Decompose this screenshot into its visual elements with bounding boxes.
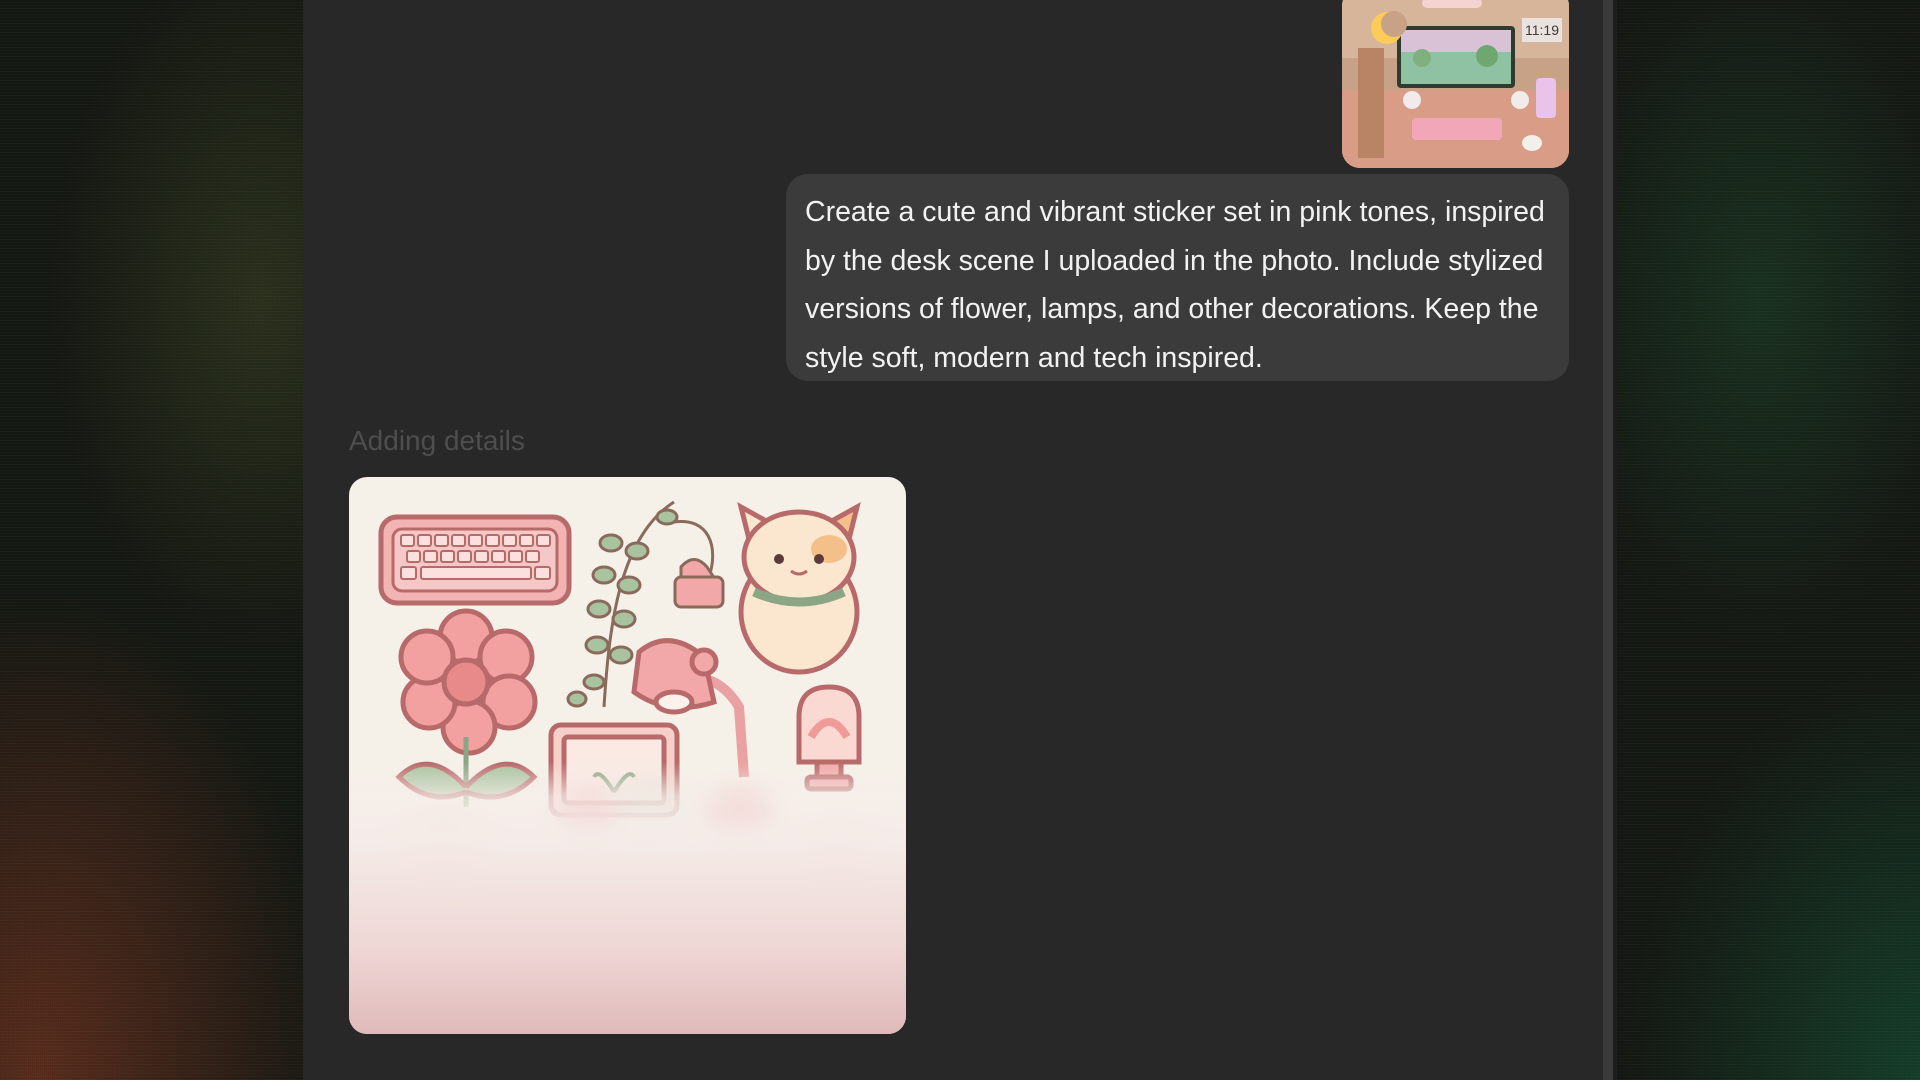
panel-scrollbar[interactable] xyxy=(1603,0,1613,1080)
desk-photo-illustration: 11:19 xyxy=(1342,0,1569,168)
user-message-text: Create a cute and vibrant sticker set in… xyxy=(805,196,1545,374)
loading-blur-overlay xyxy=(349,477,906,1034)
uploaded-desk-photo[interactable]: 11:19 xyxy=(1342,0,1569,168)
clock-text: 11:19 xyxy=(1525,22,1559,38)
user-message-bubble: Create a cute and vibrant sticker set in… xyxy=(786,174,1569,381)
generated-sticker-image[interactable] xyxy=(349,477,906,1034)
generation-status: Adding details xyxy=(349,425,525,456)
panel-divider xyxy=(1613,0,1617,1080)
